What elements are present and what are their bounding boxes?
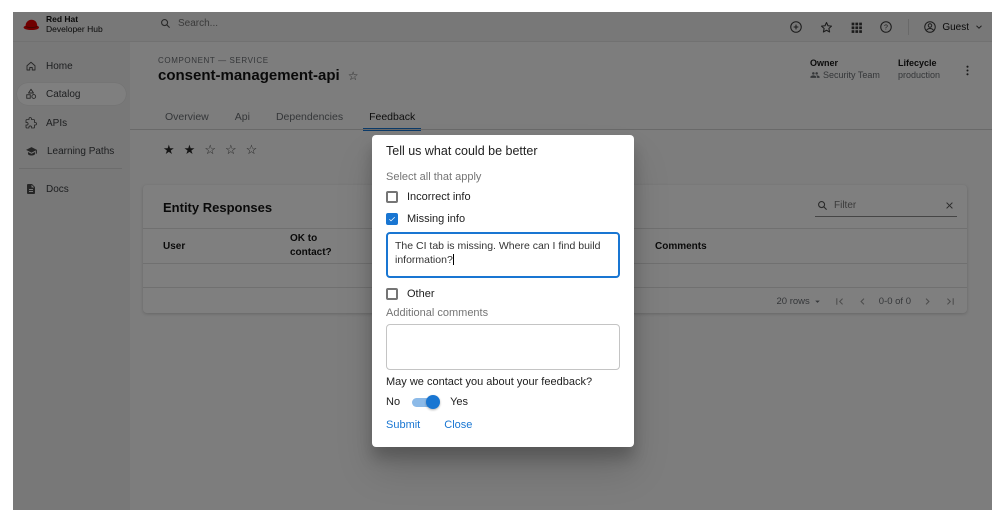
checkbox-label: Other [407,288,435,300]
select-all-label: Select all that apply [386,171,481,183]
additional-comments-label: Additional comments [386,307,488,319]
checkbox-missing-info[interactable]: Missing info [386,213,465,225]
check-icon [388,214,396,224]
checkbox-box-unchecked [386,191,398,203]
feedback-dialog: Tell us what could be better Select all … [372,135,634,447]
toggle-thumb [426,395,440,409]
checkbox-other[interactable]: Other [386,288,435,300]
toggle-on-label: Yes [450,396,468,408]
contact-toggle-row: No Yes [386,394,468,410]
close-button[interactable]: Close [444,419,472,431]
toggle-off-label: No [386,396,400,408]
contact-question: May we contact you about your feedback? [386,376,592,388]
additional-comments-textarea[interactable] [386,324,620,370]
checkbox-label: Missing info [407,213,465,225]
missing-info-text: The CI tab is missing. Where can I find … [395,240,600,266]
checkbox-label: Incorrect info [407,191,471,203]
checkbox-incorrect-info[interactable]: Incorrect info [386,191,471,203]
submit-button[interactable]: Submit [386,419,420,431]
dialog-actions: Submit Close [386,419,472,431]
contact-toggle[interactable] [410,394,440,410]
text-caret [453,254,454,265]
checkbox-box-unchecked [386,288,398,300]
missing-info-textarea[interactable]: The CI tab is missing. Where can I find … [386,232,620,278]
checkbox-box-checked [386,213,398,225]
dialog-title: Tell us what could be better [386,144,537,158]
